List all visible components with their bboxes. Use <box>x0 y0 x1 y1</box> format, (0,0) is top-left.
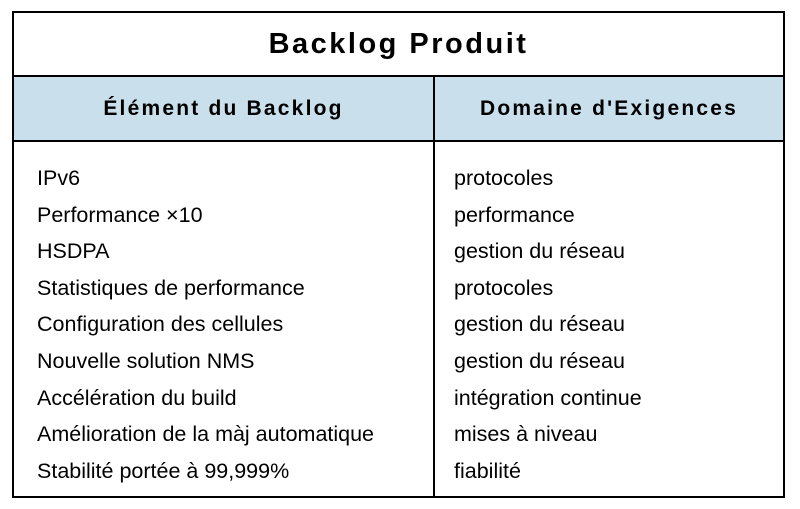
column-header-backlog-item: Élément du Backlog <box>14 77 435 140</box>
table-cell-domain: gestion du réseau <box>454 239 625 264</box>
table-cell-item: IPv6 <box>37 166 81 190</box>
table-cell-domain: mises à niveau <box>454 422 598 447</box>
table-cell-item: Stabilité portée à 99,999% <box>37 458 290 483</box>
table-cell-domain: intégration continue <box>454 385 642 410</box>
table-body: IPv6 Performance ×10 HSDPA Statistiques … <box>14 142 783 496</box>
table-cell-domain: gestion du réseau <box>454 348 625 373</box>
header-row: Élément du Backlog Domaine d'Exigences <box>14 77 783 142</box>
table-cell-item: Accélération du build <box>37 385 237 410</box>
backlog-table: Backlog Produit Élément du Backlog Domai… <box>12 11 785 498</box>
table-cell-domain: protocoles <box>454 166 554 190</box>
table-cell-item: Performance ×10 <box>37 202 203 227</box>
table-cell-item: Nouvelle solution NMS <box>37 348 255 373</box>
backlog-item-column: IPv6 Performance ×10 HSDPA Statistiques … <box>14 142 435 496</box>
table-cell-domain: fiabilité <box>454 458 521 483</box>
table-cell-domain: protocoles <box>454 275 554 300</box>
table-cell-item: Configuration des cellules <box>37 312 284 337</box>
requirement-domain-column: protocoles performance gestion du réseau… <box>435 142 783 496</box>
table-cell-item: Statistiques de performance <box>37 275 305 300</box>
table-cell-item: Amélioration de la màj automatique <box>37 422 375 447</box>
table-cell-domain: gestion du réseau <box>454 312 625 337</box>
table-cell-domain: performance <box>454 202 575 227</box>
table-title: Backlog Produit <box>268 27 529 60</box>
column-header-requirement-domain: Domaine d'Exigences <box>479 96 739 120</box>
title-row: Backlog Produit <box>14 13 783 77</box>
table-cell-item: HSDPA <box>37 239 110 264</box>
